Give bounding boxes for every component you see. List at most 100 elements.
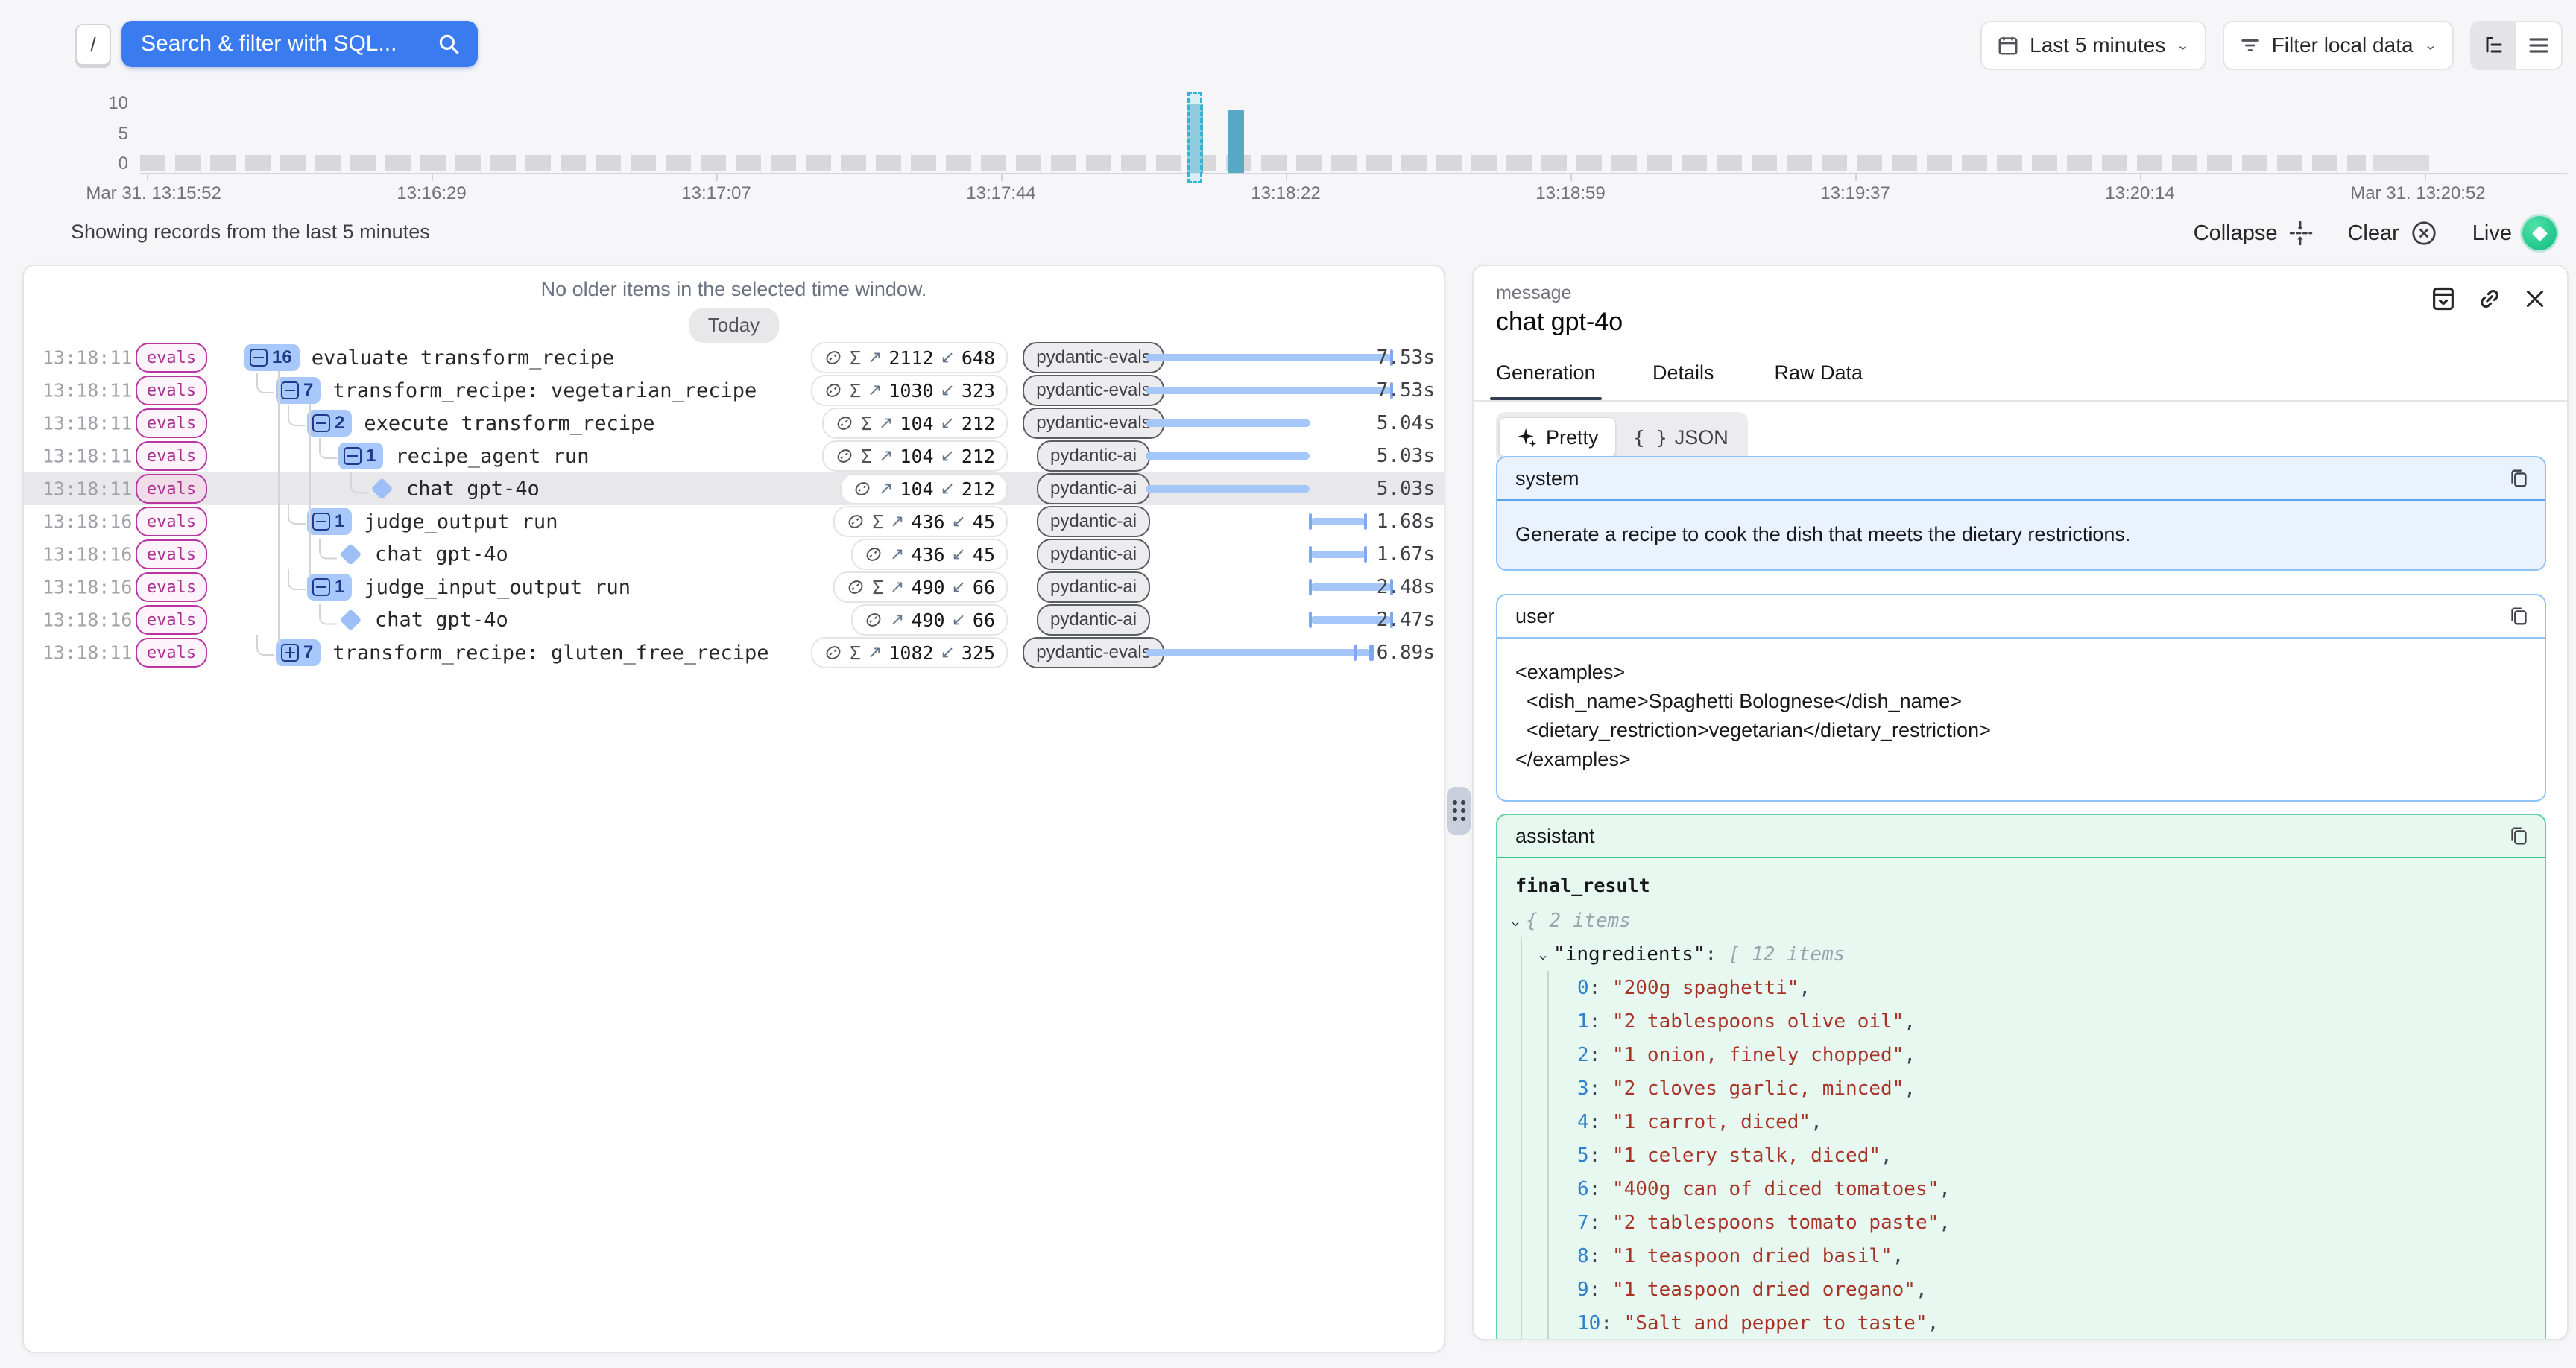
top-bar-right: Last 5 minutes ⌄ Filter local data ⌄ [1980,21,2563,70]
minus-square-icon [312,578,330,596]
collapse-children-badge[interactable]: 7 [276,377,321,404]
evals-badge[interactable]: evals [136,572,207,602]
sigma-icon: Σ [872,577,883,598]
row-timestamp: 13:18:16 [42,577,132,598]
span-duration: 5.03s [1353,478,1435,500]
input-tokens-arrow-icon: ↗ [868,381,882,400]
evals-badge[interactable]: evals [136,638,207,668]
evals-badge[interactable]: evals [136,441,207,471]
search-button[interactable]: Search & filter with SQL... [121,21,478,67]
pretty-toggle-button[interactable]: Pretty [1499,417,1616,457]
trace-row[interactable]: 13:18:16evalschat gpt-4o↗490↙66pydantic-… [24,604,1444,636]
token-usage-badge: ↗490↙66 [851,604,1008,636]
evals-badge[interactable]: evals [136,474,207,504]
minus-square-icon [250,349,268,367]
copy-link-icon[interactable] [2476,285,2503,312]
trace-list-panel: No older items in the selected time wind… [22,265,1445,1353]
plus-square-icon [281,644,299,662]
coin-icon [824,348,843,367]
evals-badge[interactable]: evals [136,376,207,405]
records-histogram[interactable]: 1050Mar 31. 13:15:5213:16:2913:17:0713:1… [0,91,2576,210]
sigma-icon: Σ [850,642,861,664]
row-timestamp: 13:18:11 [42,413,132,434]
minus-square-icon [312,513,330,531]
trace-row[interactable]: 13:18:11evals16evaluate transform_recipe… [24,341,1444,374]
json-root-line[interactable]: ⌄{ 2 items [1511,904,2545,937]
scope-tag: pydantic-ai [1037,571,1150,603]
sigma-icon: Σ [872,511,883,533]
tab-generation[interactable]: Generation [1496,361,1596,399]
sparkle-icon [1516,426,1538,449]
dock-panel-icon[interactable] [2430,285,2457,312]
status-row: Showing records from the last 5 minutes … [0,215,2576,252]
token-usage-badge: Σ↗2112↙648 [811,342,1008,373]
scope-tag: pydantic-evals [1023,375,1164,406]
user-message-text: <examples> <dish_name>Spaghetti Bolognes… [1497,639,2545,794]
trace-row[interactable]: 13:18:11evalschat gpt-4o↗104↙212pydantic… [24,472,1444,505]
row-timestamp: 13:18:11 [42,446,132,467]
today-pill[interactable]: Today [689,308,779,343]
coin-icon [853,479,872,498]
output-tokens: 45 [973,544,995,566]
collapse-children-badge[interactable]: 16 [244,344,300,371]
copy-icon[interactable] [2507,467,2530,490]
y-axis-label: 0 [92,153,128,174]
span-duration: 7.53s [1353,379,1435,402]
slash-key-label: / [90,34,96,57]
input-tokens: 1082 [888,642,933,664]
child-count: 7 [303,642,313,663]
evals-badge[interactable]: evals [136,605,207,635]
clear-button[interactable]: Clear [2347,219,2437,247]
evals-badge[interactable]: evals [136,539,207,569]
copy-icon[interactable] [2507,605,2530,627]
histogram-bar[interactable] [1228,110,1244,173]
json-array-item: 10: "Salt and pepper to taste", [1577,1306,2545,1340]
input-tokens: 104 [900,478,933,500]
tree-view-toggle[interactable] [2472,22,2516,69]
json-toggle-button[interactable]: { } JSON [1617,418,1745,457]
search-icon [436,31,461,57]
trace-row[interactable]: 13:18:16evals1judge_input_output runΣ↗49… [24,571,1444,604]
json-array-item: 3: "2 cloves garlic, minced", [1577,1071,2545,1105]
input-tokens-arrow-icon: ↗ [879,446,893,466]
row-timestamp: 13:18:11 [42,478,132,500]
showing-records-text: Showing records from the last 5 minutes [71,221,430,244]
filter-local-data-dropdown[interactable]: Filter local data ⌄ [2223,21,2454,70]
trace-row[interactable]: 13:18:11evals1recipe_agent runΣ↗104↙212p… [24,440,1444,472]
input-tokens-arrow-icon: ↗ [868,643,882,662]
panel-resize-handle[interactable] [1447,787,1471,835]
scope-tag: pydantic-evals [1023,408,1164,439]
trace-row[interactable]: 13:18:11evals7transform_recipe: vegetari… [24,374,1444,407]
token-usage-badge: Σ↗104↙212 [822,440,1008,472]
live-label: Live [2472,221,2512,246]
coin-icon [864,610,883,630]
span-duration: 7.53s [1353,346,1435,369]
flat-list-view-toggle[interactable] [2516,22,2561,69]
evals-badge[interactable]: evals [136,408,207,438]
time-range-dropdown[interactable]: Last 5 minutes ⌄ [1980,21,2206,70]
tab-raw-data[interactable]: Raw Data [1775,361,1863,399]
evals-badge[interactable]: evals [136,343,207,373]
collapse-button[interactable]: Collapse [2194,221,2314,246]
tab-details[interactable]: Details [1652,361,1714,399]
close-icon[interactable] [2522,286,2548,311]
trace-row[interactable]: 13:18:11evals7transform_recipe: gluten_f… [24,636,1444,669]
output-tokens-arrow-icon: ↙ [941,381,955,400]
trace-row[interactable]: 13:18:11evals2execute transform_recipeΣ↗… [24,407,1444,440]
x-axis-label: 13:17:07 [681,183,751,204]
collapse-children-badge[interactable]: 2 [307,410,352,437]
trace-row[interactable]: 13:18:16evals1judge_output runΣ↗436↙45py… [24,505,1444,538]
collapse-children-badge[interactable]: 1 [307,508,352,535]
output-tokens: 45 [973,511,995,533]
filter-label: Filter local data [2272,34,2414,57]
evals-badge[interactable]: evals [136,507,207,536]
json-ingredients-line[interactable]: ⌄"ingredients": [ 12 items [1538,937,2545,971]
live-button[interactable]: Live [2472,216,2557,250]
collapse-children-badge[interactable]: 1 [338,443,383,469]
collapse-children-badge[interactable]: 1 [307,574,352,601]
trace-row[interactable]: 13:18:16evalschat gpt-4o↗436↙45pydantic-… [24,538,1444,571]
chevron-down-icon: ⌄ [2176,38,2189,54]
copy-icon[interactable] [2507,825,2530,847]
chevron-down-icon: ⌄ [2424,38,2437,54]
expand-children-badge[interactable]: 7 [276,639,321,666]
